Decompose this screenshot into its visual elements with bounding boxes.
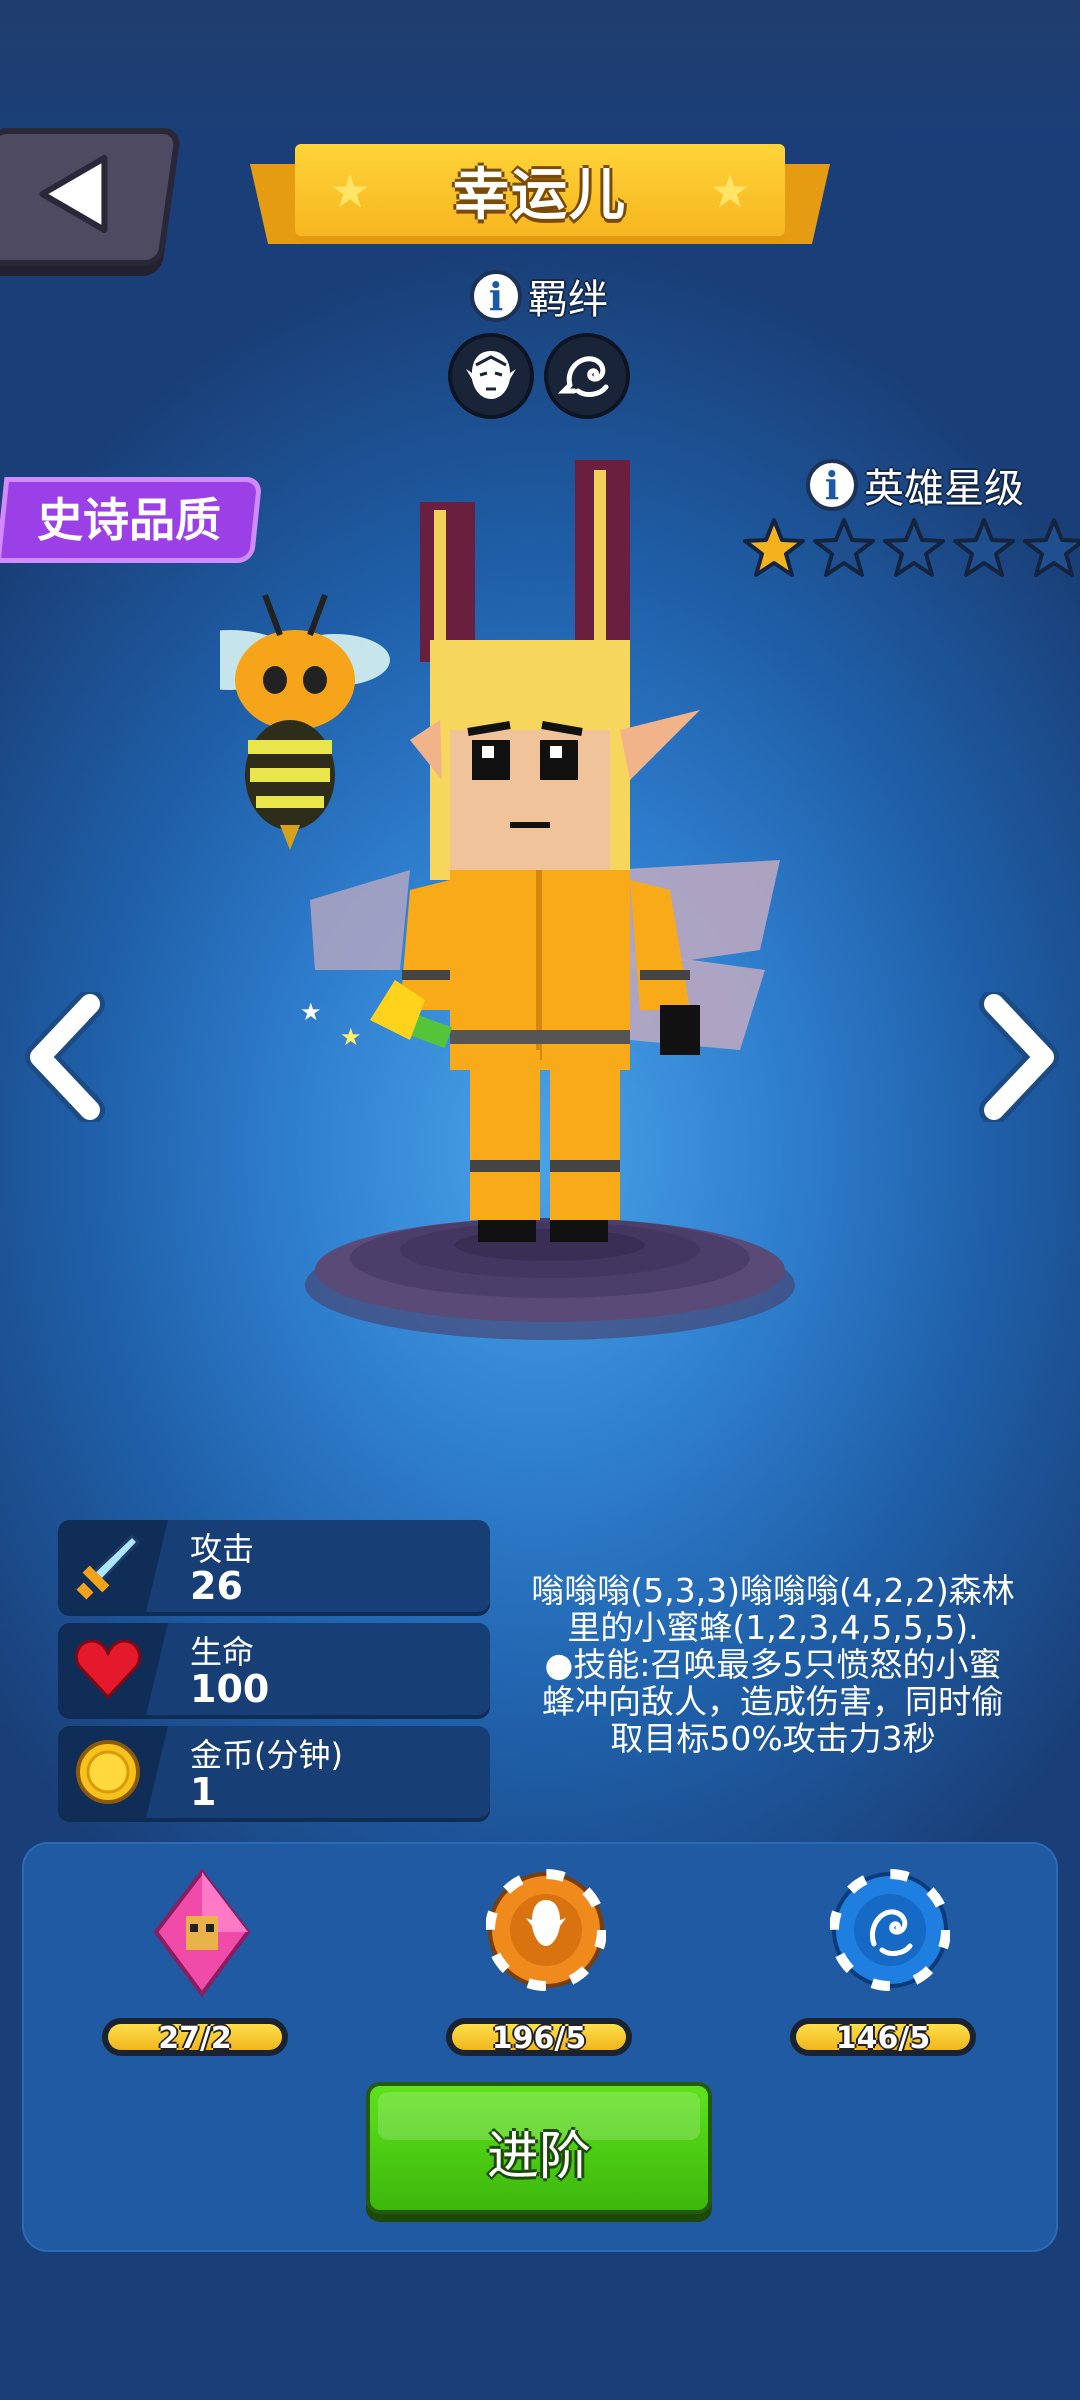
advance-button[interactable]: 进阶 <box>366 2082 712 2214</box>
svg-text:★: ★ <box>300 998 322 1026</box>
bond-info[interactable]: i 羁绊 <box>470 266 608 326</box>
quality-label: 史诗品质 <box>37 493 221 547</box>
gold-coin-icon <box>76 1740 140 1804</box>
back-arrow-icon <box>39 155 108 233</box>
hero-name: 幸运儿 <box>453 163 627 228</box>
material-count: 196/5 <box>491 2021 587 2056</box>
star-empty-icon <box>1023 518 1080 577</box>
material-hero-shard[interactable]: 27/2 <box>102 1868 302 2056</box>
elf-chip-icon <box>485 1869 607 1991</box>
material-elf-chip[interactable]: 196/5 <box>446 1868 646 2056</box>
material-count: 146/5 <box>835 2021 931 2056</box>
bond-label: 羁绊 <box>528 277 608 323</box>
hero-shard-gem-icon <box>153 1868 251 1998</box>
advance-label: 进阶 <box>486 2127 591 2187</box>
material-count-bar: 27/2 <box>102 2018 288 2056</box>
stat-value: 100 <box>190 1667 270 1711</box>
star-empty-icon <box>883 518 945 577</box>
stat-health: 生命 100 <box>58 1623 490 1715</box>
hero-description: 嗡嗡嗡(5,3,3)嗡嗡嗡(4,2,2)森林 里的小蜜蜂(1,2,3,4,5,5… <box>531 1571 1015 1758</box>
stat-gold: 金币(分钟) 1 <box>58 1726 490 1818</box>
dragon-chip-icon <box>829 1869 951 1991</box>
previous-hero-arrow-icon[interactable] <box>20 992 110 1122</box>
sword-icon <box>76 1533 141 1600</box>
material-dragon-chip[interactable]: 146/5 <box>790 1868 990 2056</box>
star-empty-icon <box>953 518 1015 577</box>
material-count-bar: 146/5 <box>790 2018 976 2056</box>
material-count: 27/2 <box>158 2021 232 2056</box>
svg-text:★: ★ <box>340 1023 362 1051</box>
heart-icon <box>75 1639 141 1700</box>
hero-name-banner: ★ ★ 幸运儿 <box>250 140 830 252</box>
hero-model: ★ ★ <box>220 460 795 1340</box>
star-level-label: 英雄星级 <box>864 466 1024 512</box>
star-level-info[interactable]: i 英雄星级 <box>806 456 1024 514</box>
material-count-bar: 196/5 <box>446 2018 632 2056</box>
top-shade <box>0 0 1080 140</box>
elf-portrait-icon[interactable] <box>448 333 534 419</box>
stat-value: 1 <box>190 1770 217 1814</box>
info-icon[interactable]: i <box>470 270 522 322</box>
dragon-emblem-icon[interactable] <box>544 333 630 419</box>
back-button[interactable] <box>0 128 182 266</box>
stat-attack: 攻击 26 <box>58 1520 490 1612</box>
star-empty-icon <box>813 518 875 577</box>
stat-value: 26 <box>190 1564 243 1608</box>
next-hero-arrow-icon[interactable] <box>974 992 1064 1122</box>
